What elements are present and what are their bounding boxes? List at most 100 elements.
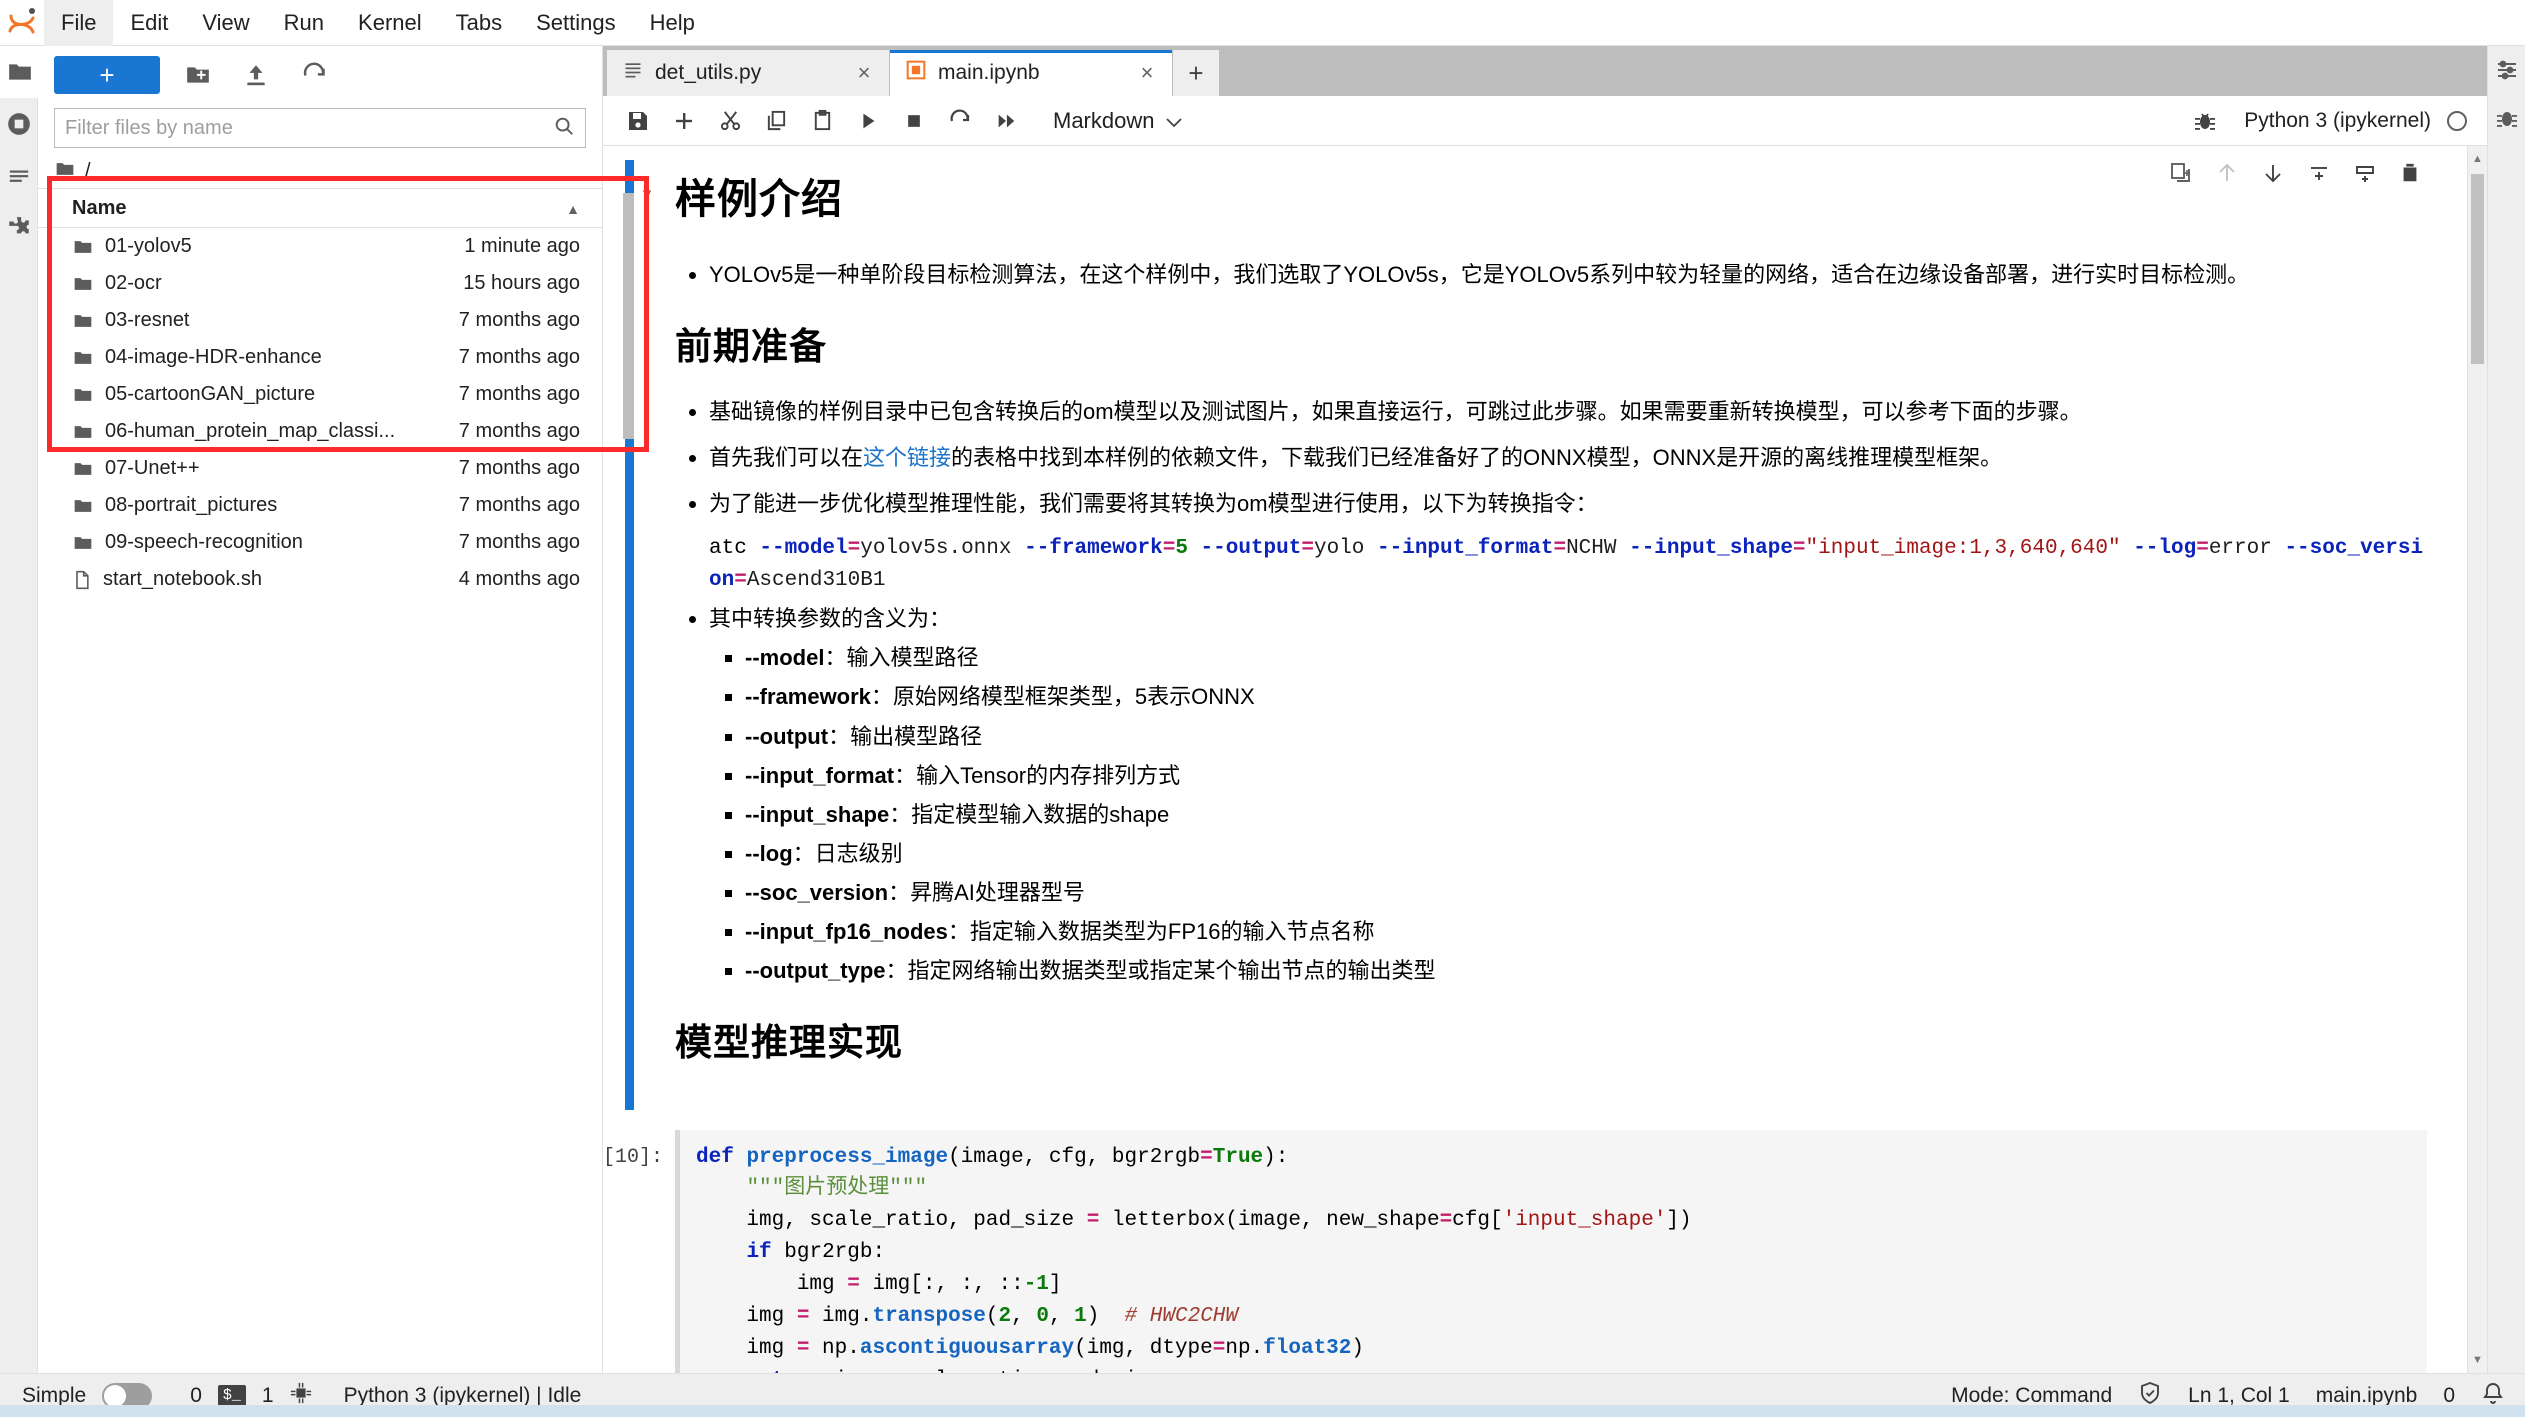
- commands-list-icon[interactable]: [0, 150, 38, 202]
- kernel-status-text[interactable]: Python 3 (ipykernel) | Idle: [344, 1384, 582, 1408]
- file-list-item[interactable]: 03-resnet7 months ago: [38, 302, 602, 339]
- close-icon[interactable]: ×: [853, 60, 875, 86]
- param-item: --log：日志级别: [745, 837, 2427, 871]
- file-list-item[interactable]: 01-yolov51 minute ago: [38, 228, 602, 265]
- breadcrumb-path[interactable]: /: [85, 160, 91, 183]
- file-list-item[interactable]: start_notebook.sh4 months ago: [38, 561, 602, 598]
- move-cell-up-icon[interactable]: [2215, 160, 2239, 196]
- param-flag: --input_shape: [745, 802, 889, 827]
- param-flag: --model: [745, 645, 824, 670]
- kernel-name-label[interactable]: Python 3 (ipykernel): [2244, 109, 2431, 133]
- restart-and-run-all-icon[interactable]: [985, 100, 1027, 142]
- file-list-item[interactable]: 06-human_protein_map_classi...7 months a…: [38, 413, 602, 450]
- scrollbar-thumb[interactable]: [2471, 174, 2484, 364]
- upload-icon[interactable]: [236, 56, 276, 94]
- file-list-item[interactable]: 05-cartoonGAN_picture7 months ago: [38, 376, 602, 413]
- menu-help[interactable]: Help: [633, 0, 712, 46]
- cell-collapse-caret-icon[interactable]: ▾: [634, 160, 660, 1110]
- restart-kernel-icon[interactable]: [939, 100, 981, 142]
- notebook-vertical-scrollbar[interactable]: ▲ ▼: [2467, 146, 2487, 1373]
- menu-view[interactable]: View: [185, 0, 266, 46]
- file-name-cell: 02-ocr: [72, 272, 416, 295]
- file-filter-box[interactable]: [54, 108, 586, 148]
- menu-file[interactable]: File: [44, 0, 113, 46]
- file-icon: [72, 569, 92, 591]
- workspace: +: [0, 46, 2525, 1373]
- paste-icon[interactable]: [801, 100, 843, 142]
- column-header-last-modified[interactable]: ▲: [416, 197, 596, 220]
- stop-icon[interactable]: [893, 100, 935, 142]
- os-taskbar-strip: [0, 1405, 2525, 1417]
- scroll-up-arrow-icon[interactable]: ▲: [2468, 148, 2487, 170]
- tab-det-utils-py[interactable]: det_utils.py ×: [607, 50, 890, 96]
- link-bullet-before: 首先我们可以在: [709, 445, 863, 470]
- debugger-bug-icon[interactable]: [2488, 94, 2525, 142]
- delete-cell-icon[interactable]: [2399, 160, 2421, 196]
- param-item: --soc_version：昇腾AI处理器型号: [745, 876, 2427, 910]
- breadcrumb[interactable]: /: [38, 154, 602, 188]
- menu-tabs[interactable]: Tabs: [439, 0, 519, 46]
- file-list-item[interactable]: 02-ocr15 hours ago: [38, 265, 602, 302]
- refresh-icon[interactable]: [294, 56, 334, 94]
- file-modified-cell: 7 months ago: [416, 531, 596, 554]
- file-list-item[interactable]: 07-Unet++7 months ago: [38, 450, 602, 487]
- file-name-cell: 07-Unet++: [72, 457, 416, 480]
- insert-cell-below-icon[interactable]: [2353, 160, 2377, 196]
- menu-edit[interactable]: Edit: [113, 0, 185, 46]
- kernel-count[interactable]: 0: [190, 1384, 202, 1408]
- file-list-header: Name ▲: [38, 188, 602, 228]
- file-modified-cell: 7 months ago: [416, 346, 596, 369]
- insert-cell-above-icon[interactable]: [2307, 160, 2331, 196]
- file-browser-icon[interactable]: [0, 46, 38, 98]
- execution-count-prompt: [10]:: [603, 1130, 675, 1373]
- tab-main-ipynb[interactable]: main.ipynb ×: [890, 50, 1173, 96]
- run-icon[interactable]: [847, 100, 889, 142]
- atc-command-block: atc --model=yolov5s.onnx --framework=5 -…: [709, 533, 2427, 596]
- sort-ascending-caret-icon: ▲: [566, 201, 580, 217]
- property-inspector-icon[interactable]: [2488, 46, 2525, 94]
- param-flag: --log: [745, 841, 793, 866]
- file-name-label: 08-portrait_pictures: [105, 494, 277, 517]
- file-browser-toolbar: +: [38, 46, 602, 104]
- extension-manager-puzzle-icon[interactable]: [0, 202, 38, 254]
- terminal-count[interactable]: 1: [262, 1384, 274, 1408]
- cell-type-dropdown[interactable]: Markdown: [1047, 104, 1188, 138]
- file-modified-cell: 7 months ago: [416, 383, 596, 406]
- param-description: ：指定网络输出数据类型或指定某个输出节点的输出类型: [886, 958, 1436, 983]
- file-list-item[interactable]: 08-portrait_pictures7 months ago: [38, 487, 602, 524]
- running-terminals-icon[interactable]: [0, 98, 38, 150]
- cut-icon[interactable]: [709, 100, 751, 142]
- menu-run[interactable]: Run: [267, 0, 341, 46]
- new-launcher-button[interactable]: +: [54, 56, 160, 94]
- copy-icon[interactable]: [755, 100, 797, 142]
- move-cell-down-icon[interactable]: [2261, 160, 2285, 196]
- duplicate-cell-icon[interactable]: [2169, 160, 2193, 196]
- code-editor[interactable]: def preprocess_image(image, cfg, bgr2rgb…: [675, 1130, 2427, 1373]
- column-header-name[interactable]: Name: [72, 197, 416, 220]
- param-item: --model：输入模型路径: [745, 641, 2427, 675]
- new-tab-button[interactable]: +: [1173, 50, 1219, 96]
- jupyterlab-window: File Edit View Run Kernel Tabs Settings …: [0, 0, 2525, 1417]
- param-flag: --soc_version: [745, 880, 888, 905]
- file-list-item[interactable]: 09-speech-recognition7 months ago: [38, 524, 602, 561]
- new-folder-icon[interactable]: [178, 56, 218, 94]
- menu-settings[interactable]: Settings: [519, 0, 633, 46]
- file-modified-cell: 7 months ago: [416, 309, 596, 332]
- dependency-table-link[interactable]: 这个链接: [863, 445, 951, 470]
- file-name-cell: 08-portrait_pictures: [72, 494, 416, 517]
- search-input[interactable]: [65, 117, 553, 140]
- code-cell[interactable]: [10]: def preprocess_image(image, cfg, b…: [603, 1130, 2467, 1373]
- file-list-item[interactable]: 04-image-HDR-enhance7 months ago: [38, 339, 602, 376]
- simple-mode-label: Simple: [22, 1384, 86, 1408]
- save-icon[interactable]: [617, 100, 659, 142]
- heading-model-inference: 模型推理实现: [675, 1014, 2427, 1071]
- menu-kernel[interactable]: Kernel: [341, 0, 439, 46]
- bug-icon[interactable]: [2184, 100, 2226, 142]
- markdown-cell[interactable]: ▾: [603, 146, 2467, 1110]
- toggle-knob: [104, 1385, 126, 1407]
- close-icon[interactable]: ×: [1136, 60, 1158, 86]
- insert-cell-icon[interactable]: [663, 100, 705, 142]
- scroll-down-arrow-icon[interactable]: ▼: [2468, 1349, 2487, 1371]
- cell-type-value: Markdown: [1053, 108, 1154, 134]
- cursor-position[interactable]: Ln 1, Col 1: [2188, 1384, 2290, 1408]
